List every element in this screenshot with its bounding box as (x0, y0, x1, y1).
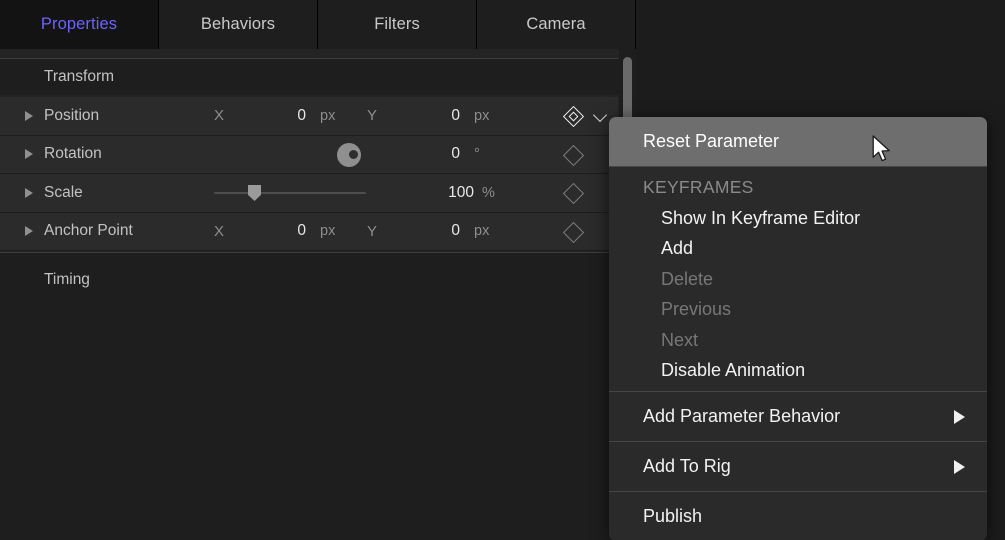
keyframe-empty-icon[interactable] (563, 144, 584, 165)
tab-behaviors[interactable]: Behaviors (159, 0, 318, 49)
tab-filters-label: Filters (374, 15, 420, 34)
tab-properties-label: Properties (41, 15, 117, 34)
disclosure-triangle-icon[interactable] (25, 226, 33, 236)
position-y-axis-label: Y (367, 107, 377, 124)
menu-item-next-keyframe-label: Next (661, 330, 698, 351)
menu-item-delete-keyframe-label: Delete (661, 269, 713, 290)
disclosure-triangle-icon[interactable] (25, 111, 33, 121)
keyframe-empty-icon[interactable] (563, 221, 584, 242)
menu-item-publish-label: Publish (643, 506, 702, 527)
param-label-position: Position (44, 107, 99, 125)
tab-behaviors-label: Behaviors (201, 15, 275, 34)
scale-unit: % (482, 185, 495, 201)
parameter-group-divider (0, 252, 618, 261)
rotation-dial[interactable] (337, 143, 361, 167)
position-y-unit: px (474, 108, 489, 124)
menu-item-reset-parameter[interactable]: Reset Parameter (609, 117, 987, 166)
disclosure-triangle-icon[interactable] (25, 149, 33, 159)
keyframe-animated-icon[interactable] (563, 106, 584, 127)
rotation-dial-indicator (349, 150, 358, 159)
rotation-value[interactable]: 0 (426, 145, 460, 163)
position-x-unit: px (320, 108, 335, 124)
keyframe-inner-marker (569, 112, 579, 122)
inspector-panel: Properties Behaviors Filters Camera Tran… (0, 0, 636, 540)
param-row-rotation[interactable]: Rotation 0 ° (0, 136, 618, 175)
menu-item-add-parameter-behavior[interactable]: Add Parameter Behavior (609, 392, 987, 441)
anchor-y-unit: px (474, 223, 489, 239)
keyframe-empty-icon[interactable] (563, 183, 584, 204)
menu-item-add-to-rig[interactable]: Add To Rig (609, 442, 987, 491)
position-y-value[interactable]: 0 (426, 107, 460, 125)
section-header-timing: Timing (0, 261, 636, 298)
anchor-x-axis-label: X (214, 223, 224, 240)
menu-section-keyframes: KEYFRAMES (609, 172, 987, 203)
disclosure-triangle-icon[interactable] (25, 188, 33, 198)
menu-item-delete-keyframe: Delete (609, 264, 987, 295)
menu-item-disable-animation-label: Disable Animation (661, 360, 805, 381)
param-label-scale: Scale (44, 184, 83, 202)
menu-section-keyframes-label: KEYFRAMES (643, 177, 754, 198)
tab-properties[interactable]: Properties (0, 0, 159, 49)
chevron-down-icon[interactable] (593, 108, 607, 122)
menu-item-show-in-keyframe-editor-label: Show In Keyframe Editor (661, 208, 860, 229)
scale-slider-track[interactable] (214, 192, 366, 194)
panel-empty-area (0, 298, 636, 540)
section-header-transform: Transform (0, 58, 636, 95)
param-row-position[interactable]: Position X 0 px Y 0 px (0, 97, 618, 136)
scale-value[interactable]: 100 (424, 184, 474, 202)
section-transform-label: Transform (44, 68, 114, 86)
tab-camera-label: Camera (526, 15, 585, 34)
menu-item-add-parameter-behavior-label: Add Parameter Behavior (643, 406, 840, 427)
anchor-x-unit: px (320, 223, 335, 239)
param-label-anchor-point: Anchor Point (44, 222, 133, 240)
menu-item-add-keyframe-label: Add (661, 238, 693, 259)
submenu-arrow-icon (954, 460, 965, 474)
app-window: Properties Behaviors Filters Camera Tran… (0, 0, 1005, 540)
anchor-y-value[interactable]: 0 (426, 222, 460, 240)
tab-filters[interactable]: Filters (318, 0, 477, 49)
submenu-arrow-icon (954, 410, 965, 424)
scale-slider-thumb[interactable] (248, 185, 261, 201)
menu-item-previous-keyframe: Previous (609, 295, 987, 326)
param-row-anchor-point[interactable]: Anchor Point X 0 px Y 0 px (0, 213, 618, 252)
menu-item-disable-animation[interactable]: Disable Animation (609, 356, 987, 387)
tab-camera[interactable]: Camera (477, 0, 636, 49)
inspector-tab-bar: Properties Behaviors Filters Camera (0, 0, 636, 49)
rotation-unit: ° (474, 146, 480, 162)
anchor-y-axis-label: Y (367, 223, 377, 240)
menu-item-add-keyframe[interactable]: Add (609, 234, 987, 265)
parameter-context-menu: Reset Parameter KEYFRAMES Show In Keyfra… (609, 117, 987, 540)
menu-item-show-in-keyframe-editor[interactable]: Show In Keyframe Editor (609, 203, 987, 234)
menu-item-previous-keyframe-label: Previous (661, 299, 731, 320)
menu-item-publish[interactable]: Publish (609, 492, 987, 540)
param-label-rotation: Rotation (44, 145, 102, 163)
menu-item-reset-parameter-label: Reset Parameter (643, 131, 779, 152)
param-row-scale[interactable]: Scale 100 % (0, 174, 618, 213)
anchor-x-value[interactable]: 0 (272, 222, 306, 240)
menu-item-next-keyframe: Next (609, 325, 987, 356)
position-x-axis-label: X (214, 107, 224, 124)
position-x-value[interactable]: 0 (272, 107, 306, 125)
section-timing-label: Timing (44, 271, 90, 289)
menu-item-add-to-rig-label: Add To Rig (643, 456, 731, 477)
